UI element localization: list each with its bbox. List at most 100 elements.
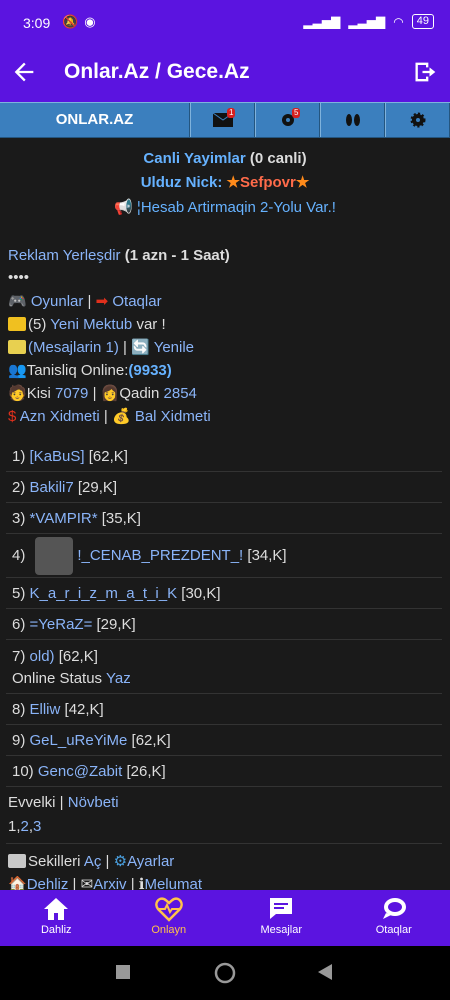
money-bag-icon: 💰 bbox=[111, 408, 131, 425]
battery-icon: 49 bbox=[411, 14, 434, 29]
pics-open-link[interactable]: Aç bbox=[84, 853, 102, 870]
promo-link[interactable]: ¦Hesab Artirmaqin 2-Yolu Var.! bbox=[137, 199, 336, 216]
ad-link[interactable]: Reklam Yerleşdir bbox=[8, 247, 121, 264]
tab-home[interactable]: ONLAR.AZ bbox=[0, 103, 190, 137]
nav-online[interactable]: Onlayn bbox=[113, 890, 226, 946]
user-link[interactable]: old) bbox=[30, 648, 55, 665]
male-count[interactable]: 7079 bbox=[55, 385, 88, 402]
new-mail-suffix: var ! bbox=[136, 316, 166, 333]
page-numbers: 1,2,3 bbox=[8, 818, 42, 835]
mute-icon: 🔕 bbox=[62, 14, 79, 29]
tab-notifications[interactable]: 5 bbox=[255, 103, 320, 137]
ad-detail: (1 azn - 1 Saat) bbox=[124, 247, 230, 264]
nick-value[interactable]: Sefpovr bbox=[240, 174, 296, 191]
messages-link[interactable]: (Mesajlarin 1) bbox=[28, 339, 119, 356]
new-mail-link[interactable]: Yeni Mektub bbox=[50, 316, 132, 333]
female-label: Qadin bbox=[119, 385, 160, 402]
status-time: 3:09 bbox=[23, 15, 51, 31]
next-page-link[interactable]: Növbeti bbox=[68, 794, 119, 811]
archive-link[interactable]: Arxiv bbox=[93, 876, 126, 890]
online-label: Tanisliq Online: bbox=[26, 362, 129, 379]
tab-settings[interactable] bbox=[385, 103, 450, 137]
user-link[interactable]: Elliw bbox=[30, 701, 61, 718]
archive-icon: ✉ bbox=[80, 876, 94, 890]
user-link[interactable]: Bakili7 bbox=[30, 479, 74, 496]
female-count[interactable]: 2854 bbox=[164, 385, 197, 402]
page-3-link[interactable]: 3 bbox=[33, 818, 41, 835]
bal-service-link[interactable]: Bal Xidmeti bbox=[135, 408, 211, 425]
live-count: (0 canli) bbox=[249, 150, 307, 167]
settings-link[interactable]: Ayarlar bbox=[127, 853, 174, 870]
envelope-yellow-icon bbox=[8, 317, 26, 331]
page-2-link[interactable]: 2 bbox=[21, 818, 29, 835]
megaphone-icon: 📢 bbox=[114, 199, 133, 216]
pics-label: Sekilleri bbox=[28, 853, 81, 870]
live-link[interactable]: Canli Yayimlar bbox=[143, 150, 245, 167]
signal-2-icon: ▂▃▅▇ bbox=[348, 14, 386, 29]
user-link[interactable]: Genc@Zabit bbox=[38, 763, 122, 780]
user-link[interactable]: !_CENAB_PREZDENT_! bbox=[77, 547, 243, 564]
nav-lobby[interactable]: Dahliz bbox=[0, 890, 113, 946]
user-link[interactable]: *VAMPIR* bbox=[30, 510, 98, 527]
list-item: 3) *VAMPIR* [35,K] bbox=[6, 503, 442, 534]
star-icon: ★ bbox=[226, 174, 240, 191]
pager: Evvelki | Növbeti bbox=[8, 794, 119, 811]
info-link[interactable]: Melumat bbox=[144, 876, 202, 890]
gear-icon bbox=[410, 112, 425, 128]
arrow-right-icon: ➡ bbox=[95, 293, 109, 310]
home-icon: 🏠 bbox=[8, 876, 27, 890]
status-bar: 3:09 🔕 ◉ ▂▃▅▇ ▂▃▅▇ ◠ 49 bbox=[0, 0, 450, 46]
top-tabs: ONLAR.AZ 1 5 bbox=[0, 102, 450, 138]
system-nav-bar bbox=[0, 946, 450, 1000]
male-label: Kisi bbox=[26, 385, 51, 402]
male-icon: 🧑 bbox=[8, 385, 27, 402]
user-link[interactable]: GeL_uReYiMe bbox=[30, 732, 128, 749]
mail-badge: 1 bbox=[227, 108, 236, 118]
user-link[interactable]: K_a_r_i_z_m_a_t_i_K bbox=[30, 585, 178, 602]
online-count[interactable]: (9933) bbox=[128, 362, 171, 379]
home-icon bbox=[44, 898, 69, 920]
nick-label: Ulduz Nick: bbox=[140, 174, 223, 191]
new-mail-count: (5) bbox=[28, 316, 47, 333]
app-notify-icon: ◉ bbox=[84, 14, 96, 29]
wifi-icon: ◠ bbox=[393, 14, 404, 29]
tab-footprints[interactable] bbox=[320, 103, 385, 137]
page-1: 1 bbox=[8, 818, 17, 835]
games-link[interactable]: Oyunlar bbox=[31, 293, 84, 310]
back-arrow-icon[interactable] bbox=[10, 58, 38, 86]
list-item: 2) Bakili7 [29,K] bbox=[6, 472, 442, 503]
refresh-icon: 🔄 bbox=[131, 339, 150, 356]
recents-icon[interactable] bbox=[116, 965, 130, 979]
tab-mail[interactable]: 1 bbox=[190, 103, 255, 137]
online-status-link[interactable]: Yaz bbox=[106, 670, 131, 687]
pictures-icon bbox=[8, 854, 26, 868]
home-circle-icon[interactable] bbox=[214, 962, 236, 984]
avatar[interactable] bbox=[35, 537, 74, 576]
rooms-link[interactable]: Otaqlar bbox=[112, 293, 161, 310]
azn-service-link[interactable]: Azn Xidmeti bbox=[20, 408, 100, 425]
dots: •••• bbox=[8, 269, 30, 286]
signal-icon: ▂▃▅▇ bbox=[303, 14, 341, 29]
refresh-link[interactable]: Yenile bbox=[154, 339, 194, 356]
envelope-icon bbox=[8, 340, 26, 354]
app-title: Onlar.Az / Gece.Az bbox=[64, 60, 250, 83]
list-item: 9) GeL_uReYiMe [62,K] bbox=[6, 725, 442, 756]
back-triangle-icon[interactable] bbox=[318, 964, 332, 980]
list-item: 10) Genc@Zabit [26,K] bbox=[6, 756, 442, 787]
bottom-nav: Dahliz Onlayn Mesajlar Otaqlar bbox=[0, 890, 450, 946]
list-item: 5) K_a_r_i_z_m_a_t_i_K [30,K] bbox=[6, 578, 442, 609]
nav-messages[interactable]: Mesajlar bbox=[225, 890, 338, 946]
user-link[interactable]: =YeRaZ= bbox=[30, 616, 93, 633]
online-status-label: Online Status bbox=[12, 670, 103, 687]
nav-rooms[interactable]: Otaqlar bbox=[338, 890, 450, 946]
divider bbox=[6, 843, 442, 844]
list-item: 6) =YeRaZ= [29,K] bbox=[6, 609, 442, 640]
list-item: 4) !_CENAB_PREZDENT_! [34,K] bbox=[6, 534, 442, 578]
notify-badge: 5 bbox=[292, 108, 301, 118]
chat-bubble-icon bbox=[270, 898, 293, 919]
list-item: 7) old) [62,K] Online Status Yaz bbox=[6, 640, 442, 694]
user-link[interactable]: [KaBuS] bbox=[30, 448, 85, 465]
lobby-link[interactable]: Dehliz bbox=[27, 876, 69, 890]
logout-icon[interactable] bbox=[412, 58, 440, 86]
star-icon: ★ bbox=[295, 174, 310, 191]
